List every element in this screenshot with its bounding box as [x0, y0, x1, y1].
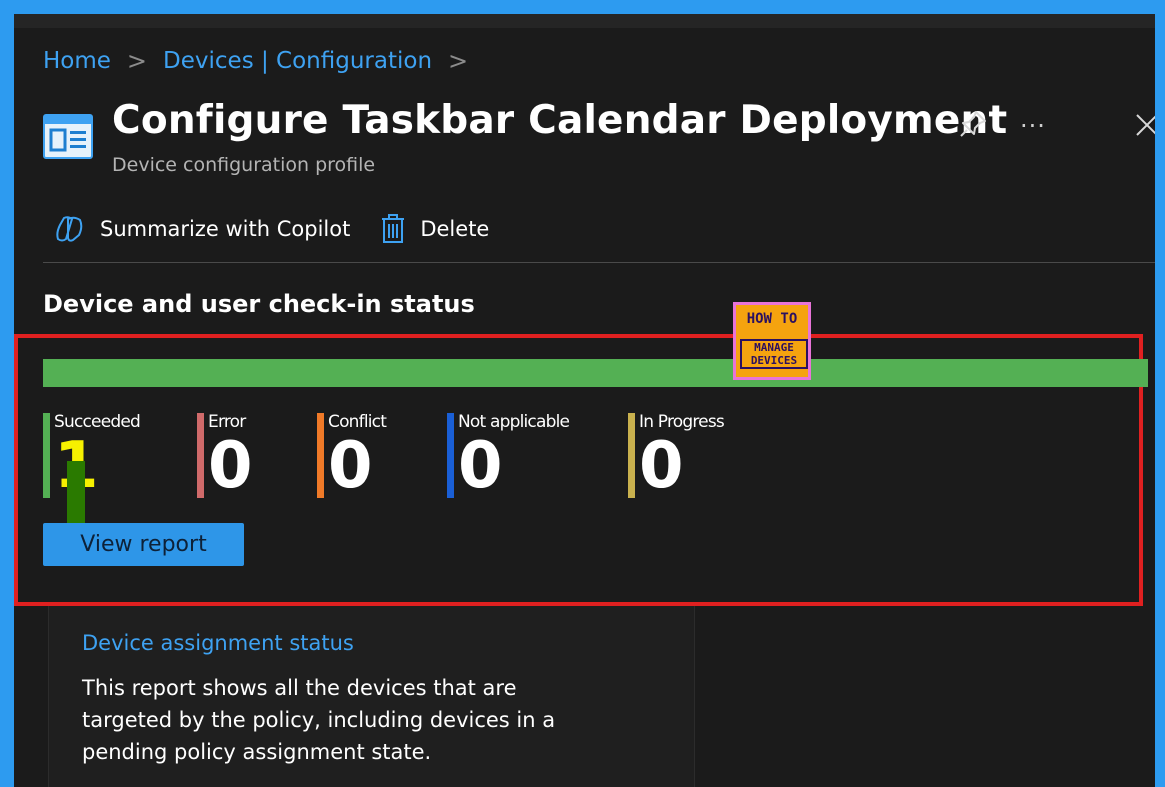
checkin-progress-bar	[43, 359, 1148, 387]
stat-value: 0	[639, 429, 684, 503]
page-title: Configure Taskbar Calendar Deployment	[112, 98, 1008, 143]
checkin-status-heading: Device and user check-in status	[43, 290, 475, 318]
delete-label: Delete	[420, 217, 490, 241]
logo-text-line2: MANAGE DEVICES	[740, 339, 808, 369]
pin-icon[interactable]	[958, 109, 988, 139]
portal-window: Home > Devices | Configuration > Configu…	[14, 14, 1155, 787]
stat-in-progress[interactable]: In Progress 0	[628, 412, 725, 502]
divider	[43, 262, 1155, 263]
how-to-manage-devices-logo: HOW TO MANAGE DEVICES	[733, 302, 811, 380]
stat-in-progress-bar	[628, 413, 635, 498]
stat-value: 0	[208, 429, 253, 503]
stat-succeeded-bar	[43, 413, 50, 498]
breadcrumb-devices-configuration[interactable]: Devices | Configuration	[163, 48, 432, 74]
copilot-label: Summarize with Copilot	[100, 217, 351, 241]
device-assignment-description: This report shows all the devices that a…	[82, 676, 556, 764]
stat-value: 0	[328, 429, 373, 503]
logo-text-manage: MANAGE	[754, 341, 794, 354]
delete-button[interactable]: Delete	[380, 214, 489, 244]
stat-succeeded[interactable]: Succeeded 1	[43, 412, 141, 502]
more-options-icon[interactable]: ···	[1020, 112, 1046, 140]
page-subtitle: Device configuration profile	[112, 154, 376, 176]
summarize-with-copilot-button[interactable]: Summarize with Copilot	[54, 215, 350, 243]
trash-icon	[382, 214, 405, 243]
stat-conflict[interactable]: Conflict 0	[317, 412, 387, 502]
view-report-button[interactable]: View report	[43, 523, 244, 566]
configuration-profile-icon	[43, 114, 93, 159]
copilot-icon	[56, 216, 83, 242]
stat-error[interactable]: Error 0	[197, 412, 253, 502]
logo-text-line1: HOW TO	[746, 311, 798, 327]
stat-value: 0	[458, 429, 503, 503]
breadcrumb-separator: >	[126, 47, 148, 75]
device-assignment-status-link[interactable]: Device assignment status	[82, 631, 354, 655]
command-bar: Summarize with Copilot Delete	[54, 214, 489, 244]
stat-conflict-bar	[317, 413, 324, 498]
logo-text-devices: DEVICES	[750, 354, 798, 367]
close-icon[interactable]	[1132, 110, 1155, 140]
stat-error-bar	[197, 413, 204, 498]
breadcrumb-separator: >	[448, 47, 469, 75]
breadcrumb: Home > Devices | Configuration >	[43, 47, 484, 75]
breadcrumb-home[interactable]: Home	[43, 48, 111, 74]
stat-not-applicable-bar	[447, 413, 454, 498]
top-strip	[14, 14, 1155, 28]
device-assignment-card: Device assignment status This report sho…	[48, 606, 695, 787]
stat-not-applicable[interactable]: Not applicable 0	[447, 412, 570, 502]
